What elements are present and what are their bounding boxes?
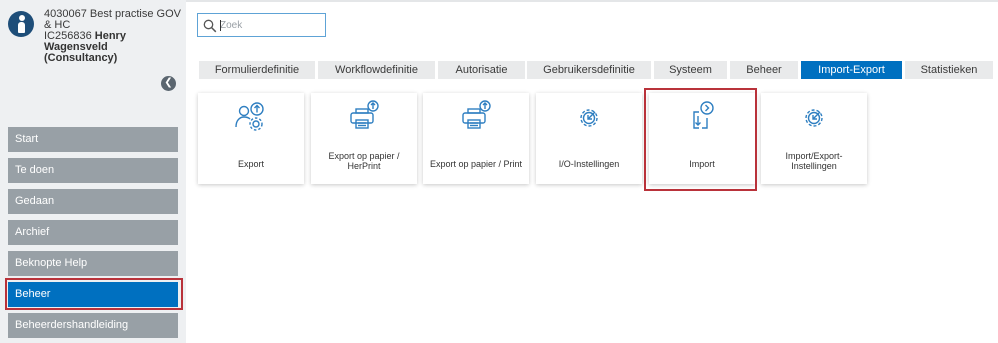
sidebar-item-archief[interactable]: Archief	[8, 220, 178, 245]
chevron-left-icon: ❮	[164, 77, 173, 88]
tile-import[interactable]: Import	[649, 93, 755, 184]
tile-export-papier-print[interactable]: Export op papier / Print	[423, 93, 529, 184]
tab-statistieken[interactable]: Statistieken	[905, 61, 993, 79]
user-line: IC256836 Henry Wagensveld (Consultancy)	[44, 31, 184, 64]
search-input[interactable]	[220, 16, 320, 34]
collapse-sidebar-button[interactable]: ❮	[161, 76, 176, 91]
printer-export-icon	[350, 100, 379, 129]
tab-systeem[interactable]: Systeem	[654, 61, 727, 79]
tile-import-export-instellingen[interactable]: Import/Export-Instellingen	[761, 93, 867, 184]
tile-io-instellingen[interactable]: I/O-Instellingen	[536, 93, 642, 184]
tile-export-label: Export	[237, 159, 264, 169]
tile-export-papier-herprint[interactable]: Export op papier / HerPrint	[311, 93, 417, 184]
tab-gebruikersdefinitie[interactable]: Gebruikersdefinitie	[527, 61, 651, 79]
tile-io-instellingen-label: I/O-Instellingen	[558, 159, 620, 169]
printer-export-icon	[462, 100, 491, 129]
gear-arrow-icon	[580, 109, 598, 127]
tab-workflowdefinitie[interactable]: Workflowdefinitie	[318, 61, 435, 79]
sidebar: 4030067 Best practise GOV & HC IC256836 …	[0, 0, 186, 343]
sidebar-item-beknopte-help[interactable]: Beknopte Help	[8, 251, 178, 276]
tile-export[interactable]: Export	[198, 93, 304, 184]
tile-export-papier-print-label: Export op papier / Print	[429, 159, 523, 169]
sidebar-item-gedaan[interactable]: Gedaan	[8, 189, 178, 214]
app-logo-icon	[8, 11, 34, 37]
search-icon	[203, 19, 217, 33]
sidebar-nav: Start Te doen Gedaan Archief Beknopte He…	[8, 127, 178, 343]
search-box[interactable]	[197, 13, 326, 37]
import-icon	[693, 101, 714, 129]
tile-import-export-instellingen-label: Import/Export-Instellingen	[785, 151, 843, 171]
sidebar-item-beheer[interactable]: Beheer	[8, 282, 178, 307]
account-info: 4030067 Best practise GOV & HC IC256836 …	[44, 9, 184, 64]
sidebar-item-start[interactable]: Start	[8, 127, 178, 152]
tab-autorisatie[interactable]: Autorisatie	[438, 61, 525, 79]
tab-beheer[interactable]: Beheer	[730, 61, 798, 79]
user-export-icon	[235, 102, 264, 131]
tab-import-export[interactable]: Import-Export	[801, 61, 902, 79]
text-caret	[220, 20, 221, 31]
sidebar-item-beheerdershandleiding[interactable]: Beheerdershandleiding	[8, 313, 178, 338]
tile-import-label: Import	[689, 159, 715, 169]
tab-formulierdefinitie[interactable]: Formulierdefinitie	[199, 61, 315, 79]
tile-export-papier-herprint-label: Export op papier / HerPrint	[328, 151, 400, 171]
top-divider	[186, 0, 998, 2]
sidebar-item-te-doen[interactable]: Te doen	[8, 158, 178, 183]
gear-arrow-icon	[805, 109, 823, 127]
